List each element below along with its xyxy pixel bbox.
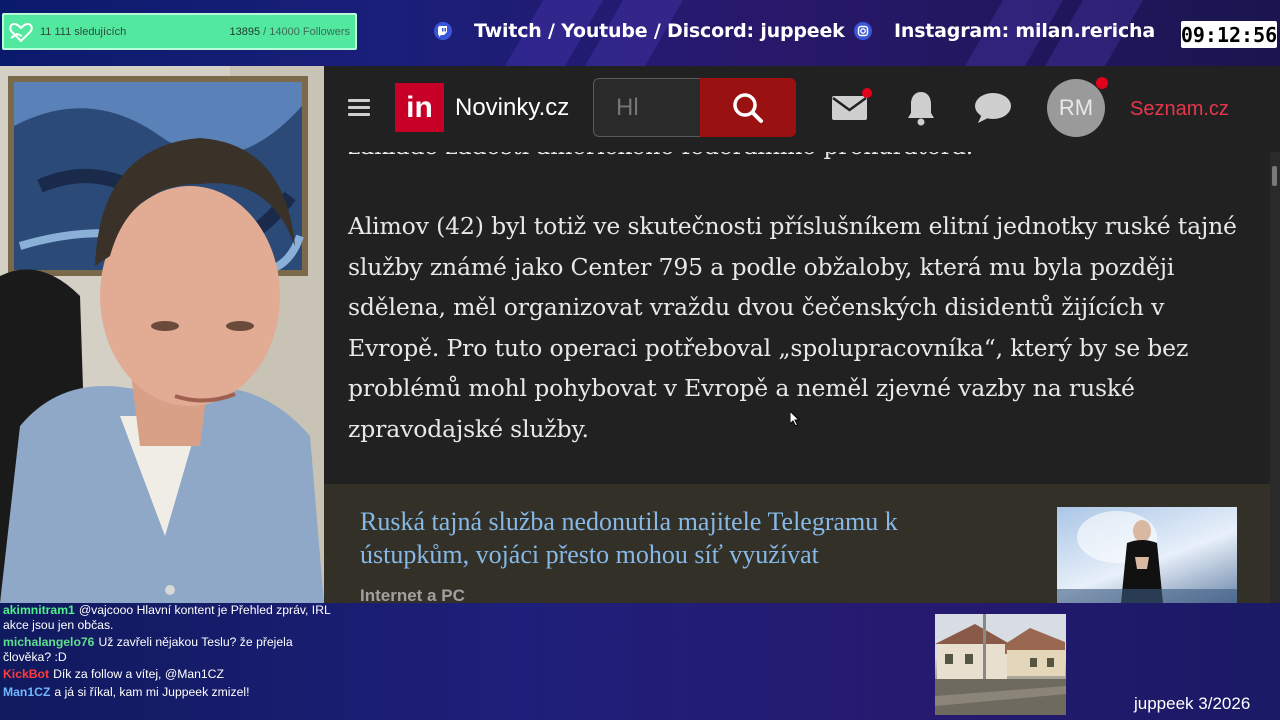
follower-goal: / 14000 Followers	[263, 25, 350, 38]
chat-username: akimnitram1	[3, 603, 75, 617]
chat-bubble-icon	[975, 93, 1011, 123]
heart-hand-icon	[9, 22, 33, 42]
chat-panel: akimnitram1 @vajcooo Hlavní kontent je Př…	[3, 603, 333, 702]
article-paragraph: Alimov (42) byl totiž ve skutečnosti pří…	[348, 212, 1237, 443]
notifications-button[interactable]	[907, 90, 935, 131]
social-twitch: Twitch / Youtube / Discord: juppeek	[433, 20, 845, 42]
mail-button[interactable]	[831, 88, 872, 126]
follower-label: 11 111 sledujících	[40, 25, 127, 38]
social-instagram: Instagram: milan.rericha	[853, 20, 1155, 42]
mail-notification-dot	[862, 88, 872, 98]
search-input[interactable]	[593, 78, 701, 137]
stream-watermark: juppeek 3/2026	[1134, 694, 1251, 713]
page-scrollbar[interactable]	[1270, 152, 1280, 603]
user-avatar[interactable]: RM	[1047, 79, 1105, 137]
mouse-cursor-icon	[790, 411, 800, 427]
stream-top-bar: 11 111 sledujících 13895 / 14000 Followe…	[0, 0, 1280, 66]
messages-button[interactable]	[974, 92, 1012, 129]
social-instagram-text: Instagram: milan.rericha	[894, 20, 1155, 42]
chat-text: Dík za follow a vítej, @Man1CZ	[53, 667, 224, 681]
twitch-icon	[433, 21, 453, 41]
thumbnail-image	[1057, 511, 1237, 603]
outdoor-camera-feed	[935, 614, 1066, 715]
webcam-image	[0, 66, 324, 603]
related-article-card[interactable]: Ruská tajná služba nedonutila majitele T…	[324, 484, 1274, 603]
chat-message: michalangelo76 Už zavřeli nějakou Teslu? …	[3, 635, 333, 664]
related-article-category[interactable]: Internet a PC	[360, 586, 465, 603]
scrollbar-thumb[interactable]	[1272, 166, 1277, 186]
chat-message: Man1CZ a já si říkal, kam mi Juppeek zmiz…	[3, 685, 333, 700]
related-article-title[interactable]: Ruská tajná služba nedonutila majitele T…	[360, 505, 1000, 571]
browser-viewport: základě žádosti amerického federálního p…	[324, 66, 1280, 603]
search-icon	[733, 92, 763, 123]
site-header: in Novinky.cz Hl RM Seznam.cz	[324, 66, 1280, 152]
follower-current: 13895	[229, 25, 261, 38]
seznam-link[interactable]: Seznam.cz	[1130, 98, 1229, 121]
related-article-thumbnail[interactable]	[1057, 507, 1237, 603]
chat-message: akimnitram1 @vajcooo Hlavní kontent je Př…	[3, 603, 333, 632]
article-body: základě žádosti amerického federálního p…	[348, 126, 1258, 489]
webcam-feed	[0, 66, 324, 603]
novinky-logo[interactable]: in	[395, 83, 444, 132]
social-twitch-text: Twitch / Youtube / Discord: juppeek	[474, 20, 845, 42]
instagram-icon	[853, 21, 873, 41]
stream-clock: 09:12:56	[1180, 21, 1278, 48]
avatar-notification-dot	[1096, 77, 1108, 89]
follower-count: 13895 / 14000 Followers	[230, 26, 350, 38]
stream-bottom-bar: akimnitram1 @vajcooo Hlavní kontent je Př…	[0, 603, 1280, 720]
site-name[interactable]: Novinky.cz	[455, 94, 569, 122]
chat-message: KickBot Dík za follow a vítej, @Man1CZ	[3, 667, 333, 682]
follower-goal-widget: 11 111 sledujících 13895 / 14000 Followe…	[2, 13, 357, 50]
bell-icon	[908, 92, 934, 126]
search-button[interactable]	[700, 78, 796, 137]
chat-text: a já si říkal, kam mi Juppeek zmizel!	[54, 684, 250, 699]
street-scene-image	[935, 614, 1066, 715]
menu-icon[interactable]	[348, 99, 370, 117]
chat-username: Man1CZ	[3, 684, 51, 699]
chat-username: KickBot	[3, 667, 50, 681]
chat-username: michalangelo76	[3, 635, 95, 649]
